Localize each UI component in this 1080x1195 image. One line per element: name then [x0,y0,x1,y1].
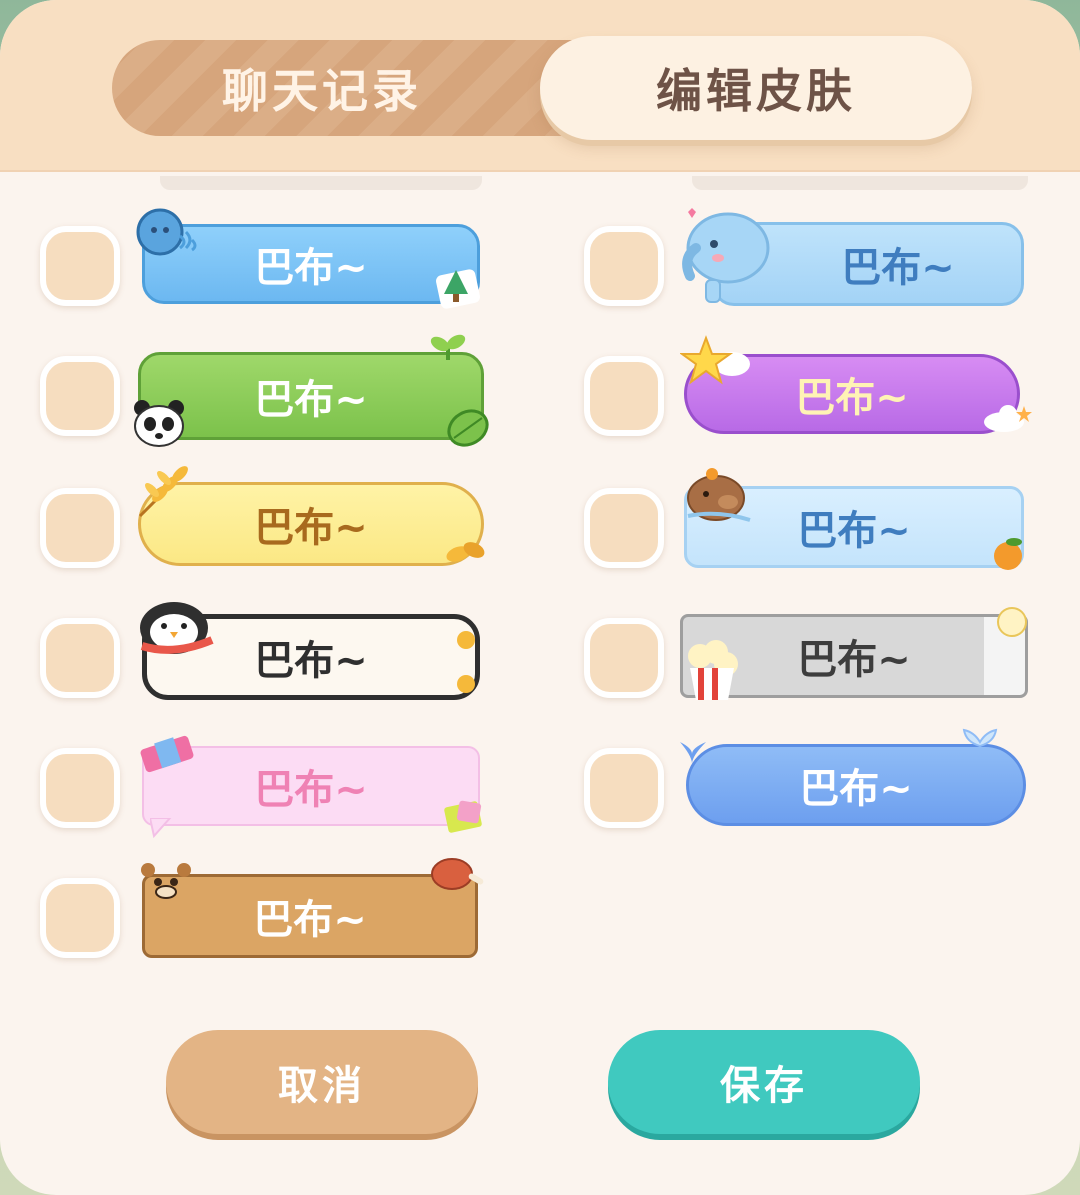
skin-bubble-text: 巴布~ [254,377,368,423]
skin-bubble-penguin[interactable]: 巴布~ [142,614,480,700]
skin-bubble-text: 巴布~ [797,637,911,683]
skin-bubble-capybara[interactable]: 巴布~ [684,486,1024,568]
tab-chat-history[interactable]: 聊天记录 [112,40,532,136]
skin-checkbox-popcorn-ticket[interactable] [584,618,664,698]
skin-editor-panel: 聊天记录 编辑皮肤 巴布~ 巴布~ 巴布~ 巴布~ 巴布~ 巴布~ 巴布~ 巴布… [0,0,1080,1195]
skin-checkbox-whale[interactable] [584,748,664,828]
skin-checkbox-panda-bamboo[interactable] [40,356,120,436]
panel-header: 聊天记录 编辑皮肤 [0,0,1080,172]
skin-bubble-star-cloud[interactable]: 巴布~ [684,354,1020,434]
skin-bubble-panda-bamboo[interactable]: 巴布~ [138,352,484,440]
skin-bubble-text: 巴布~ [254,767,368,813]
save-button[interactable]: 保存 [608,1030,920,1134]
skin-checkbox-autumn-leaf[interactable] [40,488,120,568]
cancel-button[interactable]: 取消 [166,1030,478,1134]
skin-bubble-whale[interactable]: 巴布~ [686,744,1026,826]
skin-bubble-pink-candy[interactable]: 巴布~ [142,746,480,826]
skin-bubble-text: 巴布~ [254,245,368,291]
scrolled-bubble-right [692,176,1028,190]
skin-bubble-text: 巴布~ [797,508,911,554]
skin-bubble-text: 巴布~ [254,638,368,684]
skin-bubble-autumn-leaf[interactable]: 巴布~ [138,482,484,566]
skin-bubble-text: 巴布~ [799,766,913,812]
skin-checkbox-penguin[interactable] [40,618,120,698]
skin-checkbox-star-cloud[interactable] [584,356,664,436]
skin-checkbox-pink-candy[interactable] [40,748,120,828]
skin-bubble-bear-steak[interactable]: 巴布~ [142,874,478,958]
skin-checkbox-elephant[interactable] [584,226,664,306]
skin-bubble-ocean[interactable]: 巴布~ [142,224,480,304]
skin-bubble-text: 巴布~ [253,897,367,943]
skin-bubble-text: 巴布~ [795,375,909,421]
skin-bubble-elephant[interactable]: 巴布~ [712,222,1024,306]
skin-checkbox-bear-steak[interactable] [40,878,120,958]
skin-bubble-text: 巴布~ [254,505,368,551]
scrolled-bubble-left [160,176,482,190]
skin-bubble-text: 巴布~ [841,245,955,291]
skin-checkbox-capybara[interactable] [584,488,664,568]
tab-bar: 聊天记录 编辑皮肤 [112,36,972,140]
skin-bubble-popcorn-ticket[interactable]: 巴布~ [680,614,1028,698]
skin-checkbox-ocean[interactable] [40,226,120,306]
tab-edit-skin[interactable]: 编辑皮肤 [540,36,972,140]
